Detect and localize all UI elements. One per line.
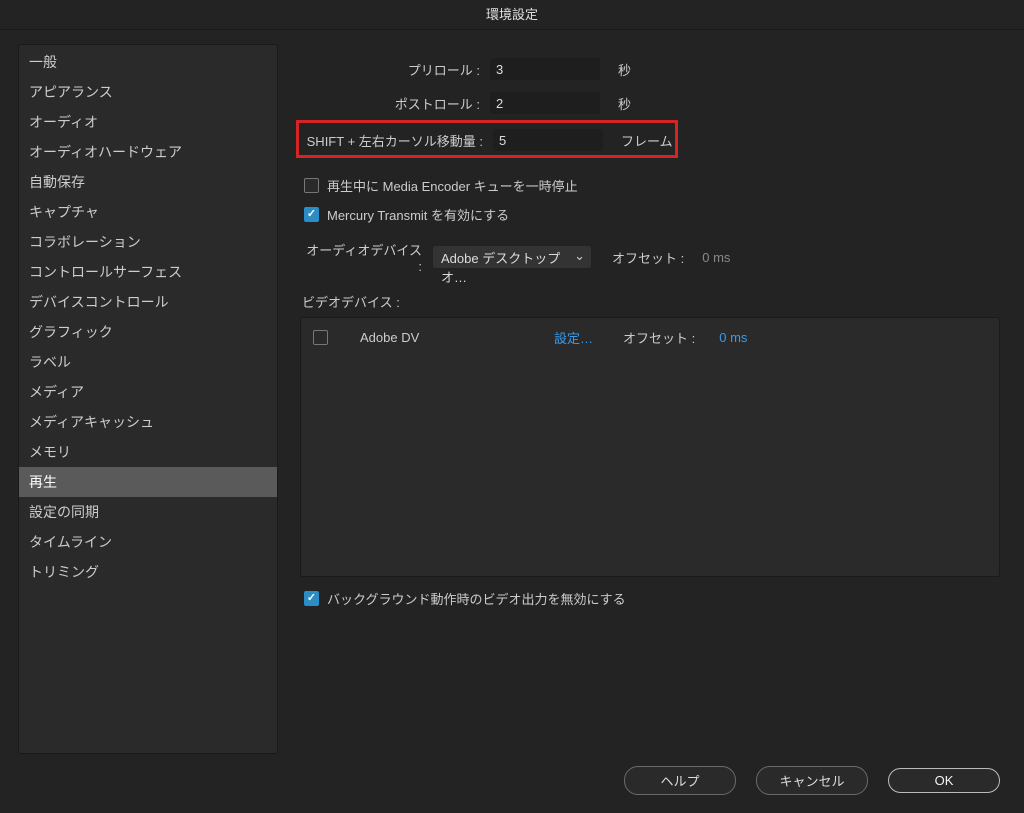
audio-device-select[interactable]: Adobe デスクトップオ…	[432, 245, 592, 269]
dialog-footer: ヘルプ キャンセル OK	[0, 754, 1024, 813]
video-device-name: Adobe DV	[360, 330, 530, 345]
video-device-settings-link[interactable]: 設定…	[554, 328, 593, 347]
checkbox-checked-icon[interactable]	[304, 207, 319, 222]
postroll-unit: 秒	[600, 94, 631, 113]
shift-move-highlight: SHIFT + 左右カーソル移動量 : フレーム	[296, 120, 678, 158]
cancel-button[interactable]: キャンセル	[756, 766, 868, 795]
sidebar-item[interactable]: コントロールサーフェス	[19, 257, 277, 287]
mercury-transmit-row[interactable]: Mercury Transmit を有効にする	[304, 205, 1000, 224]
sidebar-item[interactable]: コラボレーション	[19, 227, 277, 257]
sidebar-item[interactable]: メディア	[19, 377, 277, 407]
sidebar-item[interactable]: メディアキャッシュ	[19, 407, 277, 437]
sidebar-item[interactable]: アピアランス	[19, 77, 277, 107]
video-device-label: ビデオデバイス :	[302, 292, 1000, 311]
preroll-label: プリロール :	[300, 60, 490, 79]
sidebar-item[interactable]: トリミング	[19, 557, 277, 587]
shift-move-label: SHIFT + 左右カーソル移動量 :	[301, 131, 493, 150]
postroll-label: ポストロール :	[300, 94, 490, 113]
sidebar-item[interactable]: ラベル	[19, 347, 277, 377]
checkbox-unchecked-icon[interactable]	[304, 178, 319, 193]
sidebar-item[interactable]: オーディオハードウェア	[19, 137, 277, 167]
sidebar-item[interactable]: キャプチャ	[19, 197, 277, 227]
video-offset-value[interactable]: 0 ms	[719, 330, 747, 345]
disable-bg-output-row[interactable]: バックグラウンド動作時のビデオ出力を無効にする	[304, 589, 1000, 608]
sidebar: 一般アピアランスオーディオオーディオハードウェア自動保存キャプチャコラボレーショ…	[18, 44, 278, 754]
sidebar-item[interactable]: 設定の同期	[19, 497, 277, 527]
checkbox-checked-icon[interactable]	[304, 591, 319, 606]
sidebar-item[interactable]: デバイスコントロール	[19, 287, 277, 317]
sidebar-item[interactable]: オーディオ	[19, 107, 277, 137]
audio-device-label: オーディオデバイス :	[300, 240, 432, 274]
sidebar-item[interactable]: メモリ	[19, 437, 277, 467]
sidebar-item[interactable]: 再生	[19, 467, 277, 497]
video-offset-label: オフセット :	[623, 328, 695, 347]
video-device-checkbox[interactable]	[313, 330, 328, 345]
disable-bg-output-label: バックグラウンド動作時のビデオ出力を無効にする	[327, 589, 626, 608]
audio-offset-value: 0 ms	[702, 250, 730, 265]
audio-offset-label: オフセット :	[612, 248, 684, 267]
sidebar-item[interactable]: 自動保存	[19, 167, 277, 197]
mercury-transmit-label: Mercury Transmit を有効にする	[327, 205, 509, 224]
preroll-unit: 秒	[600, 60, 631, 79]
sidebar-item[interactable]: グラフィック	[19, 317, 277, 347]
content-pane: プリロール : 秒 ポストロール : 秒 SHIFT + 左右カーソル移動量 :…	[294, 44, 1006, 754]
pause-media-encoder-row[interactable]: 再生中に Media Encoder キューを一時停止	[304, 176, 1000, 195]
video-device-panel: Adobe DV 設定… オフセット : 0 ms	[300, 317, 1000, 577]
sidebar-item[interactable]: 一般	[19, 47, 277, 77]
shift-move-unit: フレーム	[603, 131, 673, 150]
ok-button[interactable]: OK	[888, 768, 1000, 793]
pause-media-encoder-label: 再生中に Media Encoder キューを一時停止	[327, 176, 578, 195]
preroll-input[interactable]	[490, 58, 600, 80]
shift-move-input[interactable]	[493, 129, 603, 151]
sidebar-item[interactable]: タイムライン	[19, 527, 277, 557]
help-button[interactable]: ヘルプ	[624, 766, 736, 795]
postroll-input[interactable]	[490, 92, 600, 114]
window-title: 環境設定	[0, 0, 1024, 30]
